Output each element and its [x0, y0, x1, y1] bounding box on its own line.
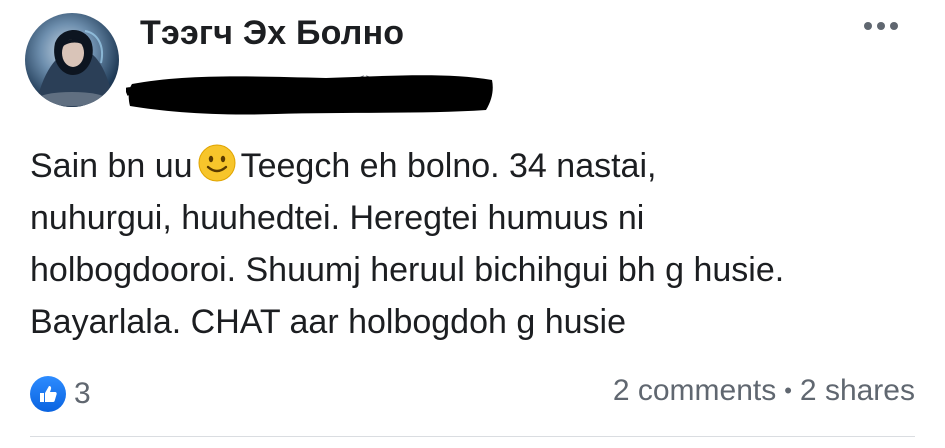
more-options-button[interactable]: [859, 14, 903, 38]
engagement-summary: 2 comments • 2 shares: [613, 374, 915, 408]
footer-divider: [30, 436, 915, 437]
post-text: Sain bn uu Teegch eh bolno. 34 nastai, n…: [30, 140, 930, 348]
shares-link[interactable]: 2 shares: [800, 374, 915, 408]
smiling-face-emoji-icon: [198, 144, 236, 182]
like-icon: [30, 376, 66, 412]
author-name[interactable]: Тээгч Эх Болно: [140, 14, 404, 53]
redaction-mark: [126, 75, 493, 115]
reaction-count: 3: [74, 377, 91, 410]
facebook-post: Тээгч Эх Болно Sain bn uu Teegch eh boln…: [0, 0, 945, 448]
more-dot-icon: [864, 22, 872, 30]
post-text-line: Sain bn uu Teegch eh bolno. 34 nastai,: [30, 140, 930, 192]
author-avatar[interactable]: [25, 13, 119, 107]
separator-dot: •: [784, 378, 792, 403]
avatar-image: [35, 29, 115, 107]
comments-link[interactable]: 2 comments: [613, 374, 776, 408]
post-text-line: nuhurgui, huuhedtei. Heregtei humuus ni: [30, 199, 645, 237]
post-text-line: holbogdooroi. Shuumj heruul bichihgui bh…: [30, 251, 785, 289]
post-text-segment: Teegch eh bolno. 34 nastai,: [240, 147, 657, 185]
reactions-summary[interactable]: 3: [30, 376, 91, 412]
post-text-segment: Sain bn uu: [30, 147, 193, 185]
post-text-line: Bayarlala. CHAT aar holbogdoh g husie: [30, 303, 626, 341]
more-dot-icon: [890, 22, 898, 30]
more-dot-icon: [877, 22, 885, 30]
post-meta: [126, 66, 493, 115]
